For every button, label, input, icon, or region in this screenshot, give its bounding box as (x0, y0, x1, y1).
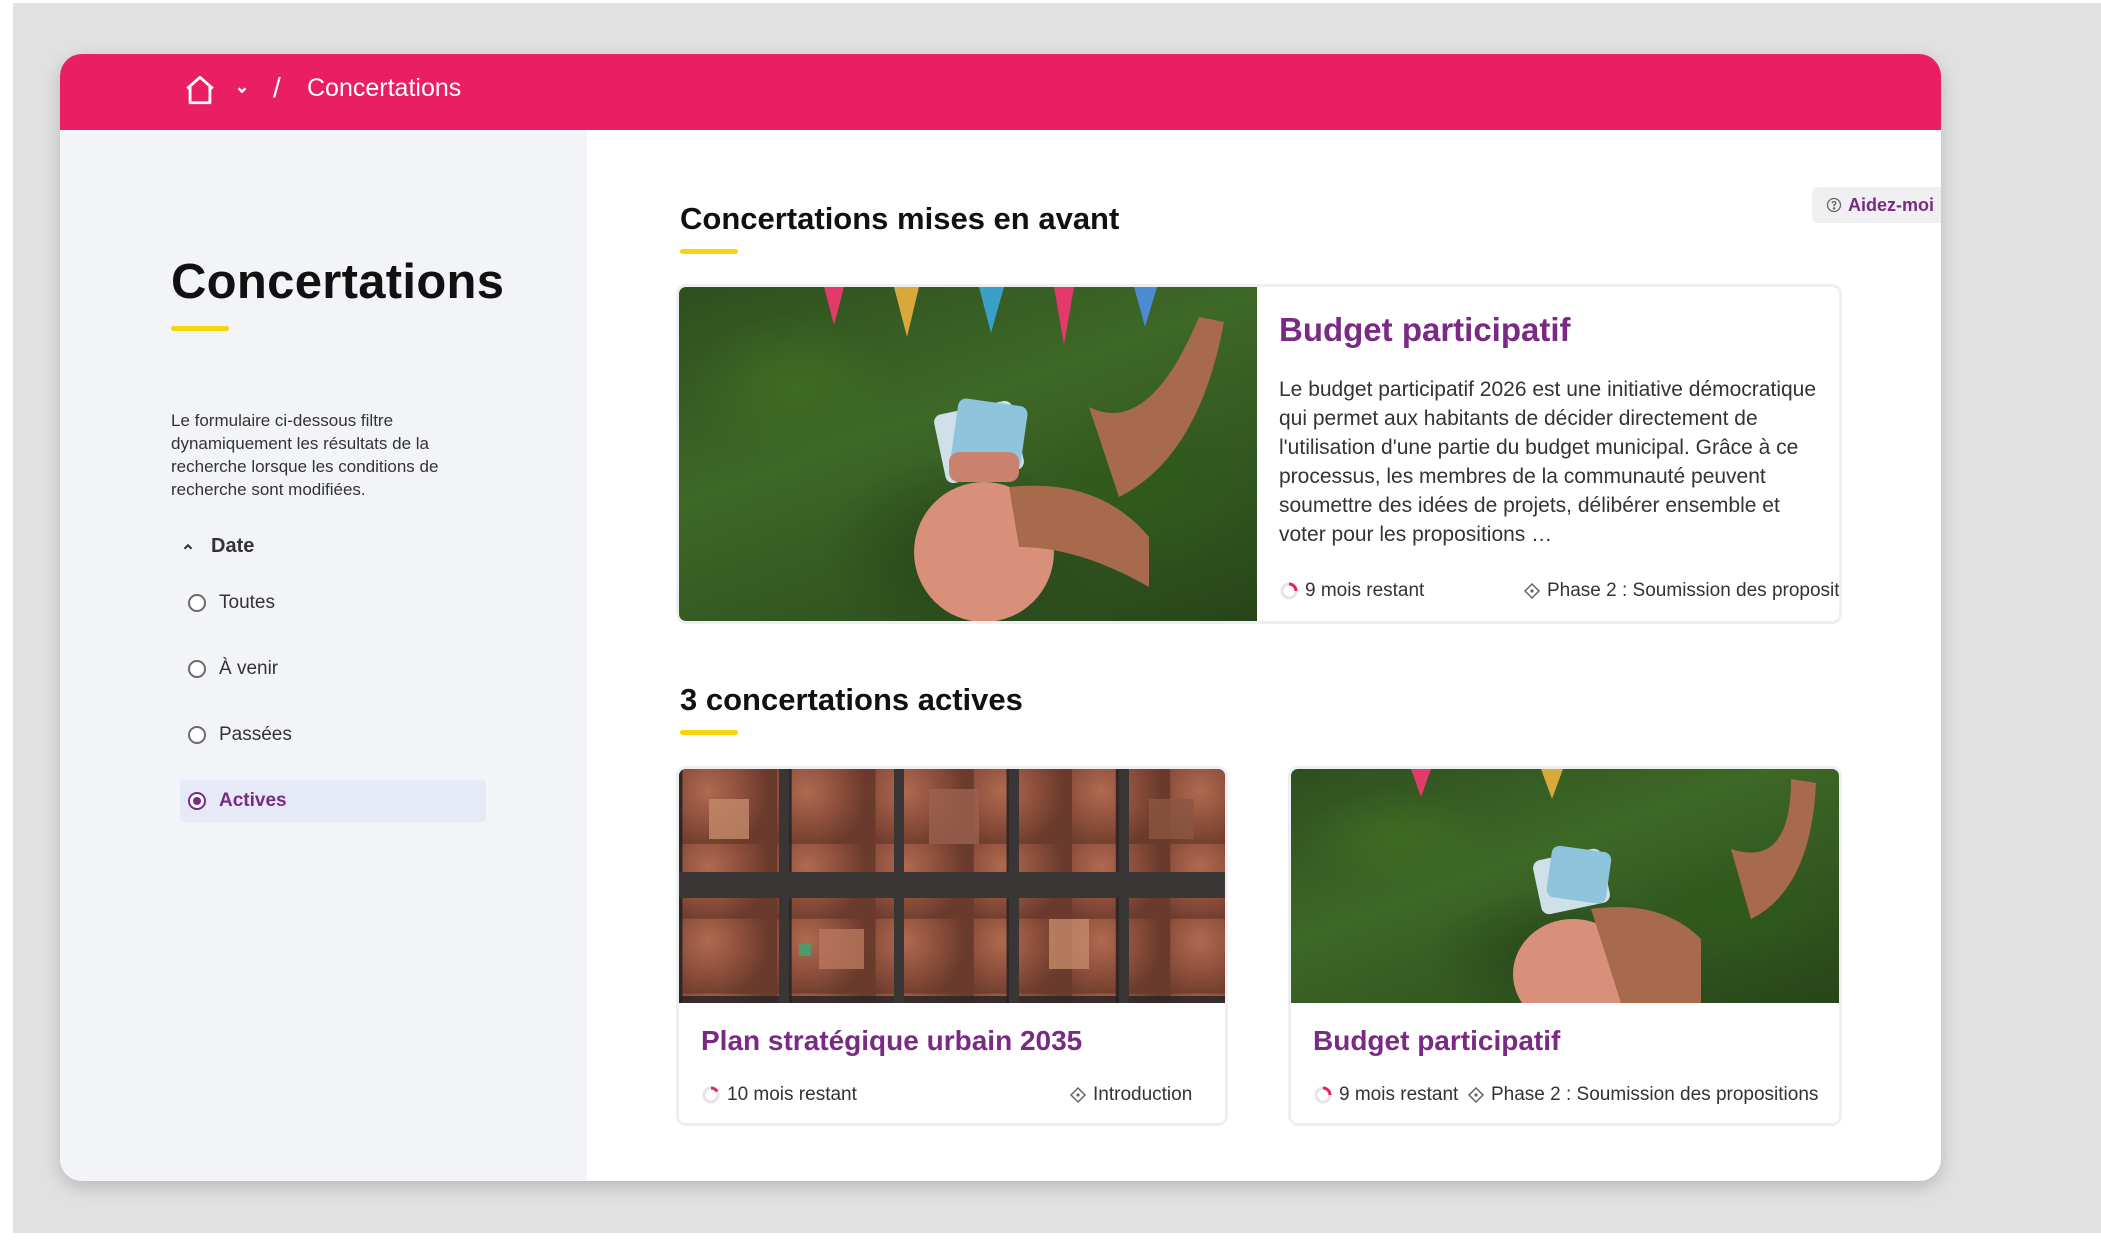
home-icon[interactable] (183, 73, 217, 107)
radio-button[interactable] (188, 726, 206, 744)
featured-section-title: Concertations mises en avant (680, 201, 1120, 236)
top-bar: / Concertations (60, 54, 1941, 130)
featured-card-phase: Phase 2 : Soumission des propositions (1523, 580, 1842, 602)
filter-option-passees[interactable]: Passées (180, 714, 486, 756)
time-left-label: 9 mois restant (1305, 580, 1425, 601)
active-card-2-title[interactable]: Budget participatif (1313, 1025, 1560, 1057)
diamond-icon (1523, 582, 1541, 600)
diamond-icon (1069, 1086, 1087, 1104)
featured-card-description: Le budget participatif 2026 est une init… (1279, 378, 1817, 546)
active-card-2-time-left: 9 mois restant (1313, 1084, 1458, 1106)
date-filter-toggle[interactable]: Date (181, 535, 254, 558)
phase-label: Phase 2 : Soumission des propositions (1491, 1084, 1819, 1105)
time-left-label: 9 mois restant (1339, 1084, 1459, 1105)
budget-illustration (1411, 769, 1816, 1003)
budget-image (1291, 769, 1839, 1003)
radio-button[interactable] (188, 594, 206, 612)
app-window: / Concertations Concertations Le formula… (60, 54, 1941, 1181)
chevron-up-icon (183, 543, 193, 549)
city-aerial-image (679, 769, 1225, 1003)
filter-option-label: Passées (219, 724, 292, 745)
section-underline (680, 730, 738, 735)
budget-image (679, 287, 1257, 621)
filter-option-label: Actives (219, 790, 287, 811)
active-card-1-phase: Introduction (1069, 1084, 1192, 1106)
progress-ring-icon (1280, 582, 1298, 600)
question-circle-icon (1826, 197, 1842, 213)
title-underline (171, 326, 229, 331)
city-illustration (679, 769, 1225, 1003)
sidebar-intro: Le formulaire ci-dessous filtre dynamiqu… (171, 411, 439, 499)
active-card-1[interactable]: Plan stratégique urbain 2035 10 mois res… (676, 766, 1228, 1126)
filter-option-label: À venir (219, 658, 279, 679)
filter-option-actives[interactable]: Actives (180, 780, 486, 822)
help-button[interactable]: Aidez-moi (1812, 187, 1941, 223)
time-left-label: 10 mois restant (727, 1084, 857, 1105)
diamond-icon (1467, 1086, 1485, 1104)
featured-card-time-left: 9 mois restant (1279, 580, 1424, 602)
progress-ring-icon (1314, 1086, 1332, 1104)
filter-option-toutes[interactable]: Toutes (180, 582, 486, 624)
radio-button[interactable] (188, 660, 206, 678)
active-card-1-title[interactable]: Plan stratégique urbain 2035 (701, 1025, 1082, 1057)
section-underline (680, 249, 738, 254)
active-card-2[interactable]: Budget participatif 9 mois restant Phase… (1288, 766, 1842, 1126)
progress-ring-icon (702, 1086, 720, 1104)
chevron-down-icon[interactable] (235, 83, 249, 97)
active-section-title: 3 concertations actives (680, 682, 1023, 717)
breadcrumb-separator: / (273, 72, 281, 103)
page-title: Concertations (171, 255, 505, 309)
filter-sidebar: Concertations Le formulaire ci-dessous f… (60, 130, 587, 1181)
filter-option-label: Toutes (219, 592, 275, 613)
phase-label: Introduction (1093, 1084, 1193, 1105)
featured-card[interactable]: Budget participatif Le budget participat… (676, 284, 1842, 624)
active-card-1-time-left: 10 mois restant (701, 1084, 857, 1106)
help-button-label: Aidez-moi (1848, 194, 1935, 215)
breadcrumb-current: Concertations (307, 74, 462, 102)
filter-option-a-venir[interactable]: À venir (180, 648, 486, 690)
date-filter-label: Date (211, 535, 255, 557)
phase-label: Phase 2 : Soumission des propositions (1547, 580, 1842, 601)
featured-card-title[interactable]: Budget participatif (1279, 311, 1571, 349)
active-card-2-phase: Phase 2 : Soumission des propositions (1467, 1084, 1818, 1106)
radio-button-checked[interactable] (188, 792, 206, 810)
budget-illustration (824, 287, 1224, 621)
